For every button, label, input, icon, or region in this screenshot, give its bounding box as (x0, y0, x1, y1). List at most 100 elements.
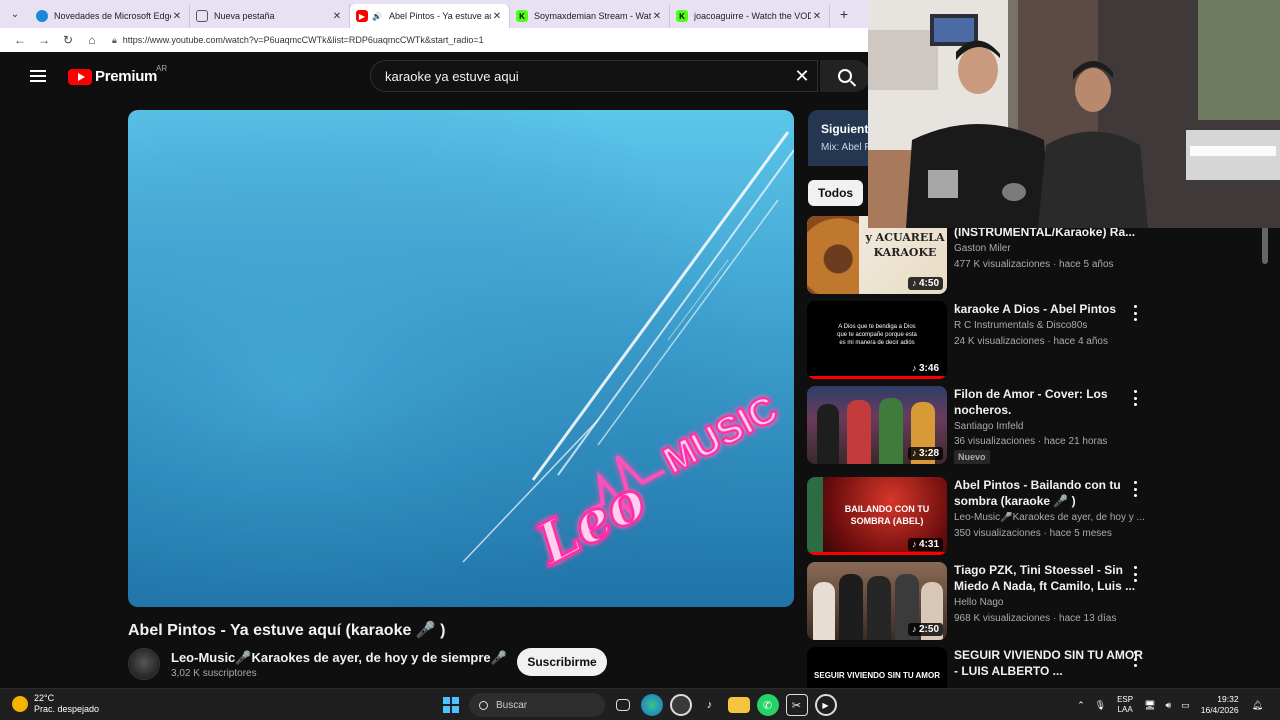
new-tab-plus-icon[interactable]: + (830, 6, 858, 22)
video-title[interactable]: karaoke A Dios - Abel Pintos (954, 301, 1149, 317)
more-options-icon[interactable] (1129, 481, 1141, 497)
home-icon[interactable]: ⌂ (80, 33, 104, 47)
channel-name[interactable]: Hello Nago (954, 597, 1149, 608)
video-info: SEGUIR VIVIENDO SIN TU AMOR - LUIS ALBER… (954, 647, 1149, 679)
search-query: karaoke ya estuve aqui (385, 68, 519, 84)
windows-start-icon[interactable] (440, 694, 462, 716)
list-item[interactable]: y ACUARELA KARAOKE 4:50 Zamba y Acuarela… (807, 216, 1267, 301)
notifications-icon[interactable]: 🔔︎ (1252, 700, 1263, 711)
tiktok-icon[interactable]: ♪ (699, 694, 721, 716)
video-title[interactable]: Filon de Amor - Cover: Los nocheros. (954, 386, 1149, 418)
search-input[interactable]: karaoke ya estuve aqui ✕ (370, 60, 818, 92)
thumbnail-text: BAILANDO CON TU SOMBRA (ABEL) (844, 504, 930, 526)
close-tab-icon[interactable]: ✕ (491, 11, 503, 22)
clock[interactable]: 19:32 16/4/2026 (1201, 694, 1239, 716)
playlist-subtitle: Mix: Abel P (821, 142, 870, 153)
youtube-premium-logo[interactable]: Premium AR (68, 64, 167, 85)
more-options-icon[interactable] (1129, 305, 1141, 321)
browser-tab-strip: ⌄ Novedades de Microsoft Edge ✕ Nueva pe… (0, 0, 870, 28)
battery-icon[interactable]: ▭ (1181, 700, 1190, 711)
chevron-up-icon[interactable]: ⌃ (1077, 700, 1085, 711)
list-item[interactable]: 2:50 Tiago PZK, Tini Stoessel - Sin Mied… (807, 562, 1267, 647)
list-item[interactable]: BAILANDO CON TU SOMBRA (ABEL) 4:31 Abel … (807, 477, 1267, 562)
forward-arrow-icon[interactable]: → (32, 33, 56, 47)
channel-avatar[interactable] (128, 648, 160, 680)
edge-icon (36, 10, 48, 22)
network-icon[interactable]: 🖥︎ (1144, 700, 1155, 711)
browser-tab-new[interactable]: Nueva pestaña ✕ (190, 4, 350, 28)
video-player[interactable]: Leo MUSIC (128, 110, 794, 607)
video-meta: 24 K visualizaciones · hace 4 años (954, 336, 1108, 347)
video-info: karaoke A Dios - Abel Pintos R C Instrum… (954, 301, 1149, 347)
browser-tab-edge-news[interactable]: Novedades de Microsoft Edge ✕ (30, 4, 190, 28)
video-thumbnail[interactable]: 3:28 (807, 386, 947, 464)
time: 19:32 (1217, 694, 1239, 704)
close-tab-icon[interactable]: ✕ (811, 11, 823, 22)
back-arrow-icon[interactable]: ← (8, 33, 32, 47)
whatsapp-icon[interactable]: ✆ (756, 694, 779, 716)
duration-badge: 3:28 (907, 447, 943, 460)
clear-search-icon[interactable]: ✕ (787, 66, 817, 87)
more-options-icon[interactable] (1129, 651, 1141, 667)
list-item[interactable]: SEGUIR VIVIENDO SIN TU AMOR SEGUIR VIVIE… (807, 647, 1267, 688)
url-field[interactable]: 🔒︎ https://www.youtube.com/watch?v=P6uaq… (112, 31, 870, 49)
list-item[interactable]: A Dios que te bendiga a Dios que te acom… (807, 301, 1267, 386)
tab-title: Novedades de Microsoft Edge (54, 11, 171, 21)
webcam-overlay (868, 0, 1280, 228)
watch-progress-bar (807, 376, 947, 379)
browser-tab-kick-1[interactable]: K Soymaxdemian Stream - Watch Li ✕ (510, 4, 670, 28)
channel-name[interactable]: Leo-Music🎤Karaokes de ayer, de hoy y de … (171, 650, 507, 666)
obs-studio-icon[interactable] (669, 694, 692, 716)
tab-actions-chevron-icon[interactable]: ⌄ (0, 0, 30, 28)
capcut-icon[interactable]: ✂ (785, 694, 808, 716)
video-title[interactable]: Abel Pintos - Bailando con tu sombra (ka… (954, 477, 1149, 509)
video-meta: 477 K visualizaciones · hace 5 años (954, 259, 1114, 270)
close-tab-icon[interactable]: ✕ (651, 11, 663, 22)
video-thumbnail[interactable]: SEGUIR VIVIENDO SIN TU AMOR (807, 647, 947, 688)
video-meta: 350 visualizaciones · hace 5 meses (954, 528, 1112, 539)
channel-name[interactable]: Leo-Music🎤Karaokes de ayer, de hoy y ... (954, 512, 1149, 523)
menu-icon[interactable] (30, 70, 46, 82)
tab-title: Nueva pestaña (214, 11, 275, 21)
channel-name[interactable]: Gaston Miler (954, 243, 1149, 254)
media-player-icon[interactable]: ▶ (814, 694, 837, 716)
browser-tab-youtube[interactable]: ▶ 🔊 Abel Pintos - Ya estuve aquí (k ✕ (350, 4, 510, 28)
weather-widget[interactable]: 22°C Prac. despejado (12, 693, 99, 715)
more-options-icon[interactable] (1129, 390, 1141, 406)
video-thumbnail[interactable]: BAILANDO CON TU SOMBRA (ABEL) 4:31 (807, 477, 947, 555)
lock-icon[interactable]: 🔒︎ (112, 35, 117, 46)
speaker-icon[interactable]: 🔊 (371, 10, 383, 22)
watch-progress-bar (807, 552, 947, 555)
volume-icon[interactable]: 🔊︎ (1166, 700, 1172, 711)
playlist-panel-header[interactable]: Siguiente Mix: Abel P (808, 110, 870, 166)
channel-name[interactable]: R C Instrumentals & Disco80s (954, 320, 1149, 331)
edge-browser-icon[interactable] (640, 694, 663, 716)
video-title[interactable]: SEGUIR VIVIENDO SIN TU AMOR - LUIS ALBER… (954, 647, 1149, 679)
list-item[interactable]: 3:28 Filon de Amor - Cover: Los nocheros… (807, 386, 1267, 471)
channel-name[interactable]: Santiago Imfeld (954, 421, 1149, 432)
task-view-icon[interactable] (616, 699, 630, 711)
video-thumbnail[interactable]: A Dios que te bendiga a Dios que te acom… (807, 301, 947, 379)
browser-tab-kick-2[interactable]: K joacoaguirre - Watch the VOD on ✕ (670, 4, 830, 28)
video-thumbnail[interactable]: 2:50 (807, 562, 947, 640)
taskbar-search-input[interactable]: Buscar (469, 693, 605, 717)
tab-title: Abel Pintos - Ya estuve aquí (k (389, 11, 491, 21)
search-button[interactable] (820, 60, 870, 92)
microphone-icon[interactable]: 🎙︎ (1095, 700, 1106, 711)
system-tray: ⌃ 🎙︎ ESP LAA 🖥︎ 🔊︎ ▭ 19:32 16/4/2026 🔔︎ (1072, 693, 1268, 717)
sidebar-scrollbar[interactable] (1262, 226, 1268, 264)
language-indicator[interactable]: ESP LAA (1117, 695, 1133, 715)
duration-badge: 4:31 (907, 538, 943, 551)
filter-chip-all[interactable]: Todos (808, 180, 864, 206)
video-title[interactable]: Tiago PZK, Tini Stoessel - Sin Miedo A N… (954, 562, 1149, 594)
duration-badge: 2:50 (907, 623, 943, 636)
date: 16/4/2026 (1200, 705, 1239, 715)
more-options-icon[interactable] (1129, 566, 1141, 582)
logo-text: Premium (95, 68, 158, 85)
thumbnail-text: SEGUIR VIVIENDO SIN TU AMOR (814, 671, 940, 680)
close-tab-icon[interactable]: ✕ (171, 11, 183, 22)
file-explorer-icon[interactable] (727, 697, 750, 713)
close-tab-icon[interactable]: ✕ (331, 11, 343, 22)
reload-icon[interactable]: ↻ (56, 33, 80, 47)
subscribe-button[interactable]: Suscribirme (517, 648, 607, 676)
